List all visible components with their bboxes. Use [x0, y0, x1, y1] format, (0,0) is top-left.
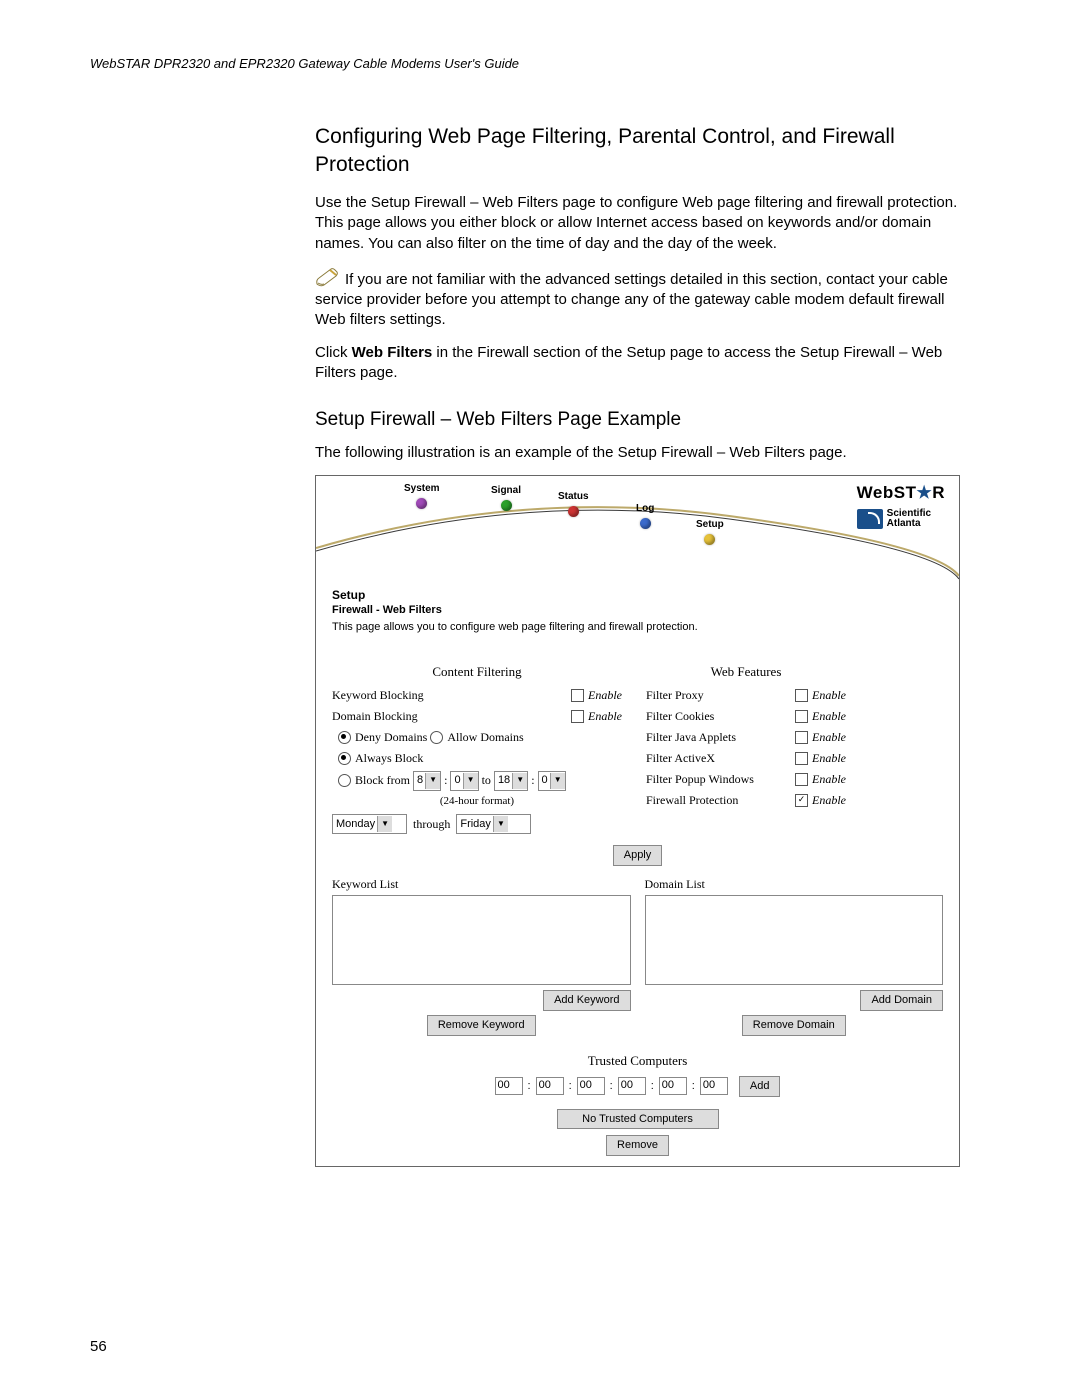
to-min-select[interactable]: 0▼ [538, 771, 566, 791]
filter-java-checkbox[interactable] [795, 731, 808, 744]
filter-cookies-label: Filter Cookies [646, 708, 795, 724]
web-features-header: Web Features [646, 663, 846, 681]
allow-domains-radio[interactable] [430, 731, 443, 744]
filter-popup-label: Filter Popup Windows [646, 771, 795, 787]
content-filtering-header: Content Filtering [332, 663, 622, 681]
deny-domains-radio[interactable] [338, 731, 351, 744]
firewall-protection-checkbox[interactable] [795, 794, 808, 807]
nav-setup[interactable]: Setup [696, 518, 724, 545]
chevron-down-icon: ▼ [550, 773, 565, 789]
note-paragraph: If you are not familiar with the advance… [315, 266, 960, 331]
filter-java-label: Filter Java Applets [646, 729, 795, 745]
from-min-select[interactable]: 0▼ [450, 771, 478, 791]
setup-heading-block: Setup Firewall - Web Filters This page a… [316, 587, 959, 635]
intro-paragraph: Use the Setup Firewall – Web Filters pag… [315, 193, 960, 254]
filter-proxy-label: Filter Proxy [646, 687, 795, 703]
mac-octet-4[interactable]: 00 [618, 1077, 646, 1095]
setup-description: This page allows you to configure web pa… [332, 620, 943, 635]
remove-trusted-button[interactable]: Remove [606, 1135, 669, 1156]
apply-button[interactable]: Apply [613, 845, 663, 866]
note-text: If you are not familiar with the advance… [315, 271, 948, 329]
from-hour-select[interactable]: 8▼ [413, 771, 441, 791]
nav-arc: System Signal Status Log Setup WebST★R [316, 476, 959, 581]
page-number: 56 [90, 1337, 107, 1357]
section-title: Configuring Web Page Filtering, Parental… [315, 123, 960, 180]
to-day-select[interactable]: Friday▼ [456, 814, 531, 834]
block-from-radio[interactable] [338, 774, 351, 787]
to-hour-select[interactable]: 18▼ [494, 771, 528, 791]
remove-domain-button[interactable]: Remove Domain [742, 1015, 846, 1036]
sa-logo-icon [857, 509, 883, 529]
content-filtering-column: Content Filtering Keyword Blocking Enabl… [332, 663, 622, 837]
nav-system[interactable]: System [404, 482, 440, 509]
time-format-note: (24-hour format) [332, 794, 622, 809]
domain-blocking-checkbox[interactable] [571, 710, 584, 723]
screenshot: System Signal Status Log Setup WebST★R [315, 475, 960, 1167]
filter-popup-checkbox[interactable] [795, 773, 808, 786]
mac-octet-2[interactable]: 00 [536, 1077, 564, 1095]
keyword-list-block: Keyword List Add Keyword Remove Keyword [332, 876, 631, 1036]
keyword-blocking-label: Keyword Blocking [332, 687, 571, 703]
firewall-protection-label: Firewall Protection [646, 792, 795, 808]
setup-subheading: Firewall - Web Filters [332, 603, 943, 618]
domain-blocking-label: Domain Blocking [332, 708, 571, 724]
keyword-list-header: Keyword List [332, 876, 631, 892]
keyword-listbox[interactable] [332, 895, 631, 985]
always-block-radio[interactable] [338, 752, 351, 765]
domain-list-block: Domain List Add Domain Remove Domain [645, 876, 944, 1036]
add-trusted-button[interactable]: Add [739, 1076, 781, 1097]
filter-cookies-checkbox[interactable] [795, 710, 808, 723]
example-caption: The following illustration is an example… [315, 443, 960, 463]
chevron-down-icon: ▼ [425, 773, 440, 789]
body-column: Configuring Web Page Filtering, Parental… [315, 123, 960, 1168]
running-header: WebSTAR DPR2320 and EPR2320 Gateway Cabl… [90, 55, 990, 73]
nav-log[interactable]: Log [636, 502, 654, 529]
page: WebSTAR DPR2320 and EPR2320 Gateway Cabl… [0, 0, 1080, 1397]
chevron-down-icon: ▼ [512, 773, 527, 789]
trusted-list[interactable]: No Trusted Computers [557, 1109, 719, 1130]
star-icon: ★ [916, 483, 932, 502]
domain-listbox[interactable] [645, 895, 944, 985]
filter-activex-label: Filter ActiveX [646, 750, 795, 766]
brand-logo: WebST★R ScientificAtlanta [857, 482, 945, 529]
from-day-select[interactable]: Monday▼ [332, 814, 407, 834]
mac-octet-5[interactable]: 00 [659, 1077, 687, 1095]
trusted-computers-block: Trusted Computers 00: 00: 00: 00: 00: 00… [316, 1052, 959, 1156]
setup-heading: Setup [332, 587, 943, 603]
add-domain-button[interactable]: Add Domain [860, 990, 943, 1011]
domain-list-header: Domain List [645, 876, 944, 892]
trusted-header: Trusted Computers [332, 1052, 943, 1070]
mac-octet-6[interactable]: 00 [700, 1077, 728, 1095]
click-instruction: Click Web Filters in the Firewall sectio… [315, 343, 960, 384]
filter-activex-checkbox[interactable] [795, 752, 808, 765]
mac-octet-1[interactable]: 00 [495, 1077, 523, 1095]
chevron-down-icon: ▼ [463, 773, 478, 789]
filter-proxy-checkbox[interactable] [795, 689, 808, 702]
chevron-down-icon: ▼ [493, 816, 508, 832]
nav-status[interactable]: Status [558, 490, 589, 517]
mac-octet-3[interactable]: 00 [577, 1077, 605, 1095]
web-features-column: Web Features Filter ProxyEnable Filter C… [646, 663, 846, 837]
nav-signal[interactable]: Signal [491, 484, 521, 511]
note-icon [315, 266, 341, 288]
add-keyword-button[interactable]: Add Keyword [543, 990, 630, 1011]
remove-keyword-button[interactable]: Remove Keyword [427, 1015, 536, 1036]
chevron-down-icon: ▼ [377, 816, 392, 832]
keyword-blocking-checkbox[interactable] [571, 689, 584, 702]
example-subtitle: Setup Firewall – Web Filters Page Exampl… [315, 407, 960, 433]
